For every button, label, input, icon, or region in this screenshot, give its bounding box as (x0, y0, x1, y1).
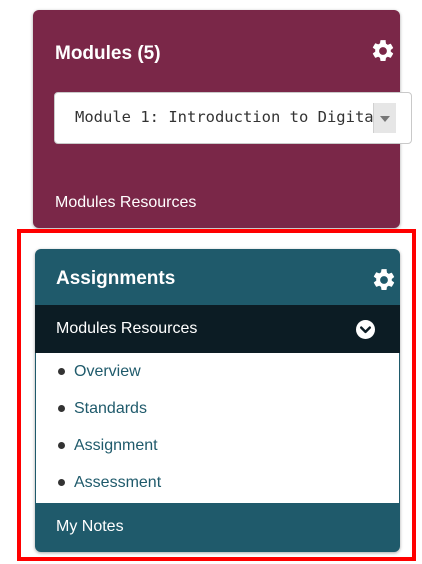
chevron-down-icon[interactable] (373, 103, 396, 133)
gear-icon[interactable] (370, 38, 396, 64)
item-label: Standards (74, 400, 147, 417)
bullet-icon (58, 479, 65, 486)
module-select[interactable]: Module 1: Introduction to Digital (54, 92, 412, 144)
item-label: Assessment (74, 474, 162, 491)
assignments-panel: Assignments Modules Resources Overview S… (35, 249, 400, 552)
list-item-assignment[interactable]: Assignment (36, 427, 399, 464)
modules-resources-header[interactable]: Modules Resources (35, 305, 400, 353)
assignment-item-list: Overview Standards Assignment Assessment (36, 353, 399, 503)
sub-header-label: Modules Resources (56, 320, 198, 337)
gear-icon[interactable] (371, 267, 397, 293)
my-notes-link[interactable]: My Notes (56, 518, 124, 536)
item-label: Assignment (74, 437, 158, 454)
modules-title: Modules (5) (55, 43, 161, 64)
list-item-overview[interactable]: Overview (36, 353, 399, 390)
list-item-assessment[interactable]: Assessment (36, 464, 399, 501)
chevron-down-icon[interactable] (356, 320, 375, 339)
list-item-standards[interactable]: Standards (36, 390, 399, 427)
module-select-value: Module 1: Introduction to Digital (75, 108, 383, 126)
assignments-title: Assignments (56, 268, 176, 289)
modules-resources-link[interactable]: Modules Resources (55, 194, 196, 212)
bullet-icon (58, 368, 65, 375)
bullet-icon (58, 405, 65, 412)
bullet-icon (58, 442, 65, 449)
item-label: Overview (74, 363, 141, 380)
